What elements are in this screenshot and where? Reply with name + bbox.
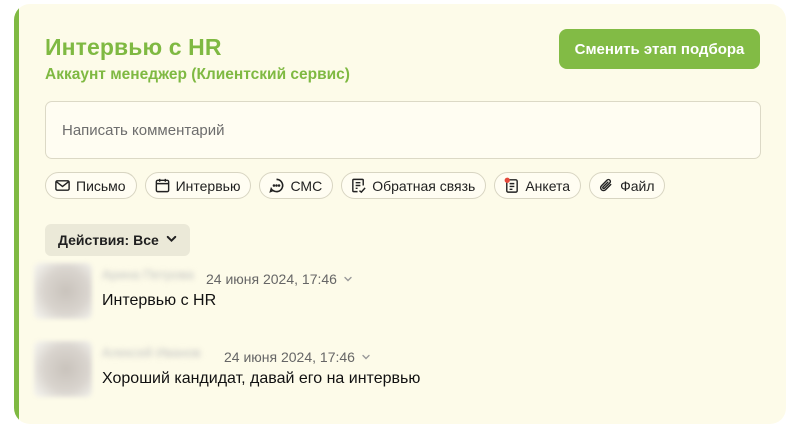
candidate-stage-card: Интервью с HR Аккаунт менеджер (Клиентск…: [14, 4, 786, 424]
entry-timestamp: 24 июня 2024, 17:46: [206, 271, 337, 287]
activity-entry: Арина Петрова 24 июня 2024, 17:46 Интерв…: [34, 263, 734, 323]
feedback-form-icon: [350, 177, 367, 194]
action-chips: Письмо Интервью СМС Обратная связь Анкет…: [45, 172, 666, 199]
paperclip-icon: [598, 177, 615, 194]
chevron-down-icon: [165, 232, 178, 248]
avatar[interactable]: [34, 341, 92, 397]
questionnaire-chip[interactable]: Анкета: [494, 172, 582, 199]
feedback-chip-label: Обратная связь: [372, 177, 476, 194]
interview-chip[interactable]: Интервью: [144, 172, 252, 199]
entry-author[interactable]: Арина Петрова: [102, 267, 194, 283]
entry-author[interactable]: Алексей Иванов: [102, 345, 212, 361]
questionnaire-icon: [503, 177, 520, 194]
comment-input[interactable]: [62, 121, 744, 139]
questionnaire-chip-label: Анкета: [525, 177, 571, 194]
entry-timestamp: 24 июня 2024, 17:46: [224, 349, 355, 365]
letter-chip-label: Письмо: [76, 177, 126, 194]
comment-field[interactable]: [45, 101, 761, 159]
stage-accent-bar: [14, 4, 19, 424]
entry-text: Интервью с HR: [102, 292, 217, 309]
entry-text: Хороший кандидат, давай его на интервью: [102, 370, 421, 387]
sms-chat-icon: [268, 177, 285, 194]
stage-title: Интервью с HR: [45, 34, 222, 60]
file-chip[interactable]: Файл: [589, 172, 666, 199]
actions-filter-dropdown[interactable]: Действия: Все: [45, 224, 190, 256]
sms-chip[interactable]: СМС: [259, 172, 334, 199]
interview-chip-label: Интервью: [175, 177, 241, 194]
entry-meta: 24 июня 2024, 17:46: [224, 349, 371, 365]
avatar[interactable]: [34, 263, 92, 319]
entry-meta: 24 июня 2024, 17:46: [206, 271, 353, 287]
letter-chip[interactable]: Письмо: [45, 172, 137, 199]
mail-icon: [54, 177, 71, 194]
feedback-chip[interactable]: Обратная связь: [341, 172, 487, 199]
vacancy-subtitle[interactable]: Аккаунт менеджер (Клиентский сервис): [45, 66, 350, 84]
actions-filter-label: Действия: Все: [58, 232, 159, 248]
chevron-down-icon[interactable]: [361, 349, 371, 365]
sms-chip-label: СМС: [290, 177, 323, 194]
chevron-down-icon[interactable]: [343, 271, 353, 287]
calendar-icon: [154, 177, 171, 194]
file-chip-label: Файл: [620, 177, 655, 194]
activity-entry: Алексей Иванов 24 июня 2024, 17:46 Хорош…: [34, 341, 734, 401]
change-stage-button[interactable]: Сменить этап подбора: [559, 29, 760, 69]
